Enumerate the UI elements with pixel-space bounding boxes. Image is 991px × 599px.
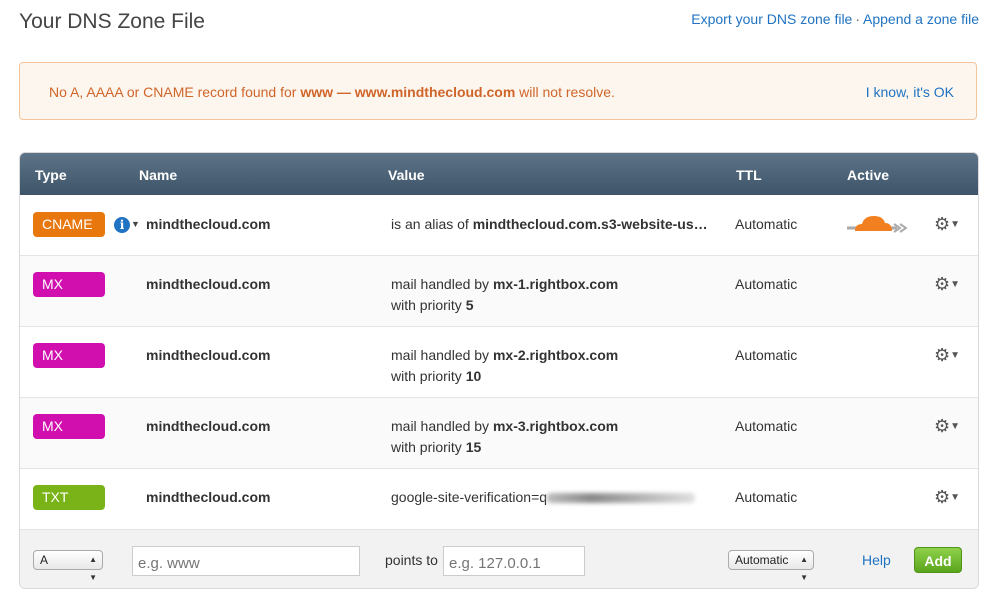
header-name: Name (139, 167, 178, 183)
gear-icon[interactable]: ⚙▼ (934, 345, 960, 366)
points-to-label: points to (385, 552, 438, 568)
record-ttl[interactable]: Automatic (735, 347, 797, 363)
record-type-badge[interactable]: MX (33, 414, 105, 439)
ttl-select[interactable]: Automatic ▲ ▼ (728, 550, 814, 582)
record-name[interactable]: mindthecloud.com (146, 489, 270, 505)
record-value[interactable]: is an alias of mindthecloud.com.s3-websi… (391, 214, 708, 235)
value-input[interactable] (443, 546, 585, 576)
gear-icon[interactable]: ⚙▼ (934, 416, 960, 437)
table-row: MX mindthecloud.com mail handled by mx-2… (20, 327, 978, 398)
record-name[interactable]: mindthecloud.com (146, 216, 270, 232)
header-type: Type (35, 167, 67, 183)
add-button[interactable]: Add (914, 547, 962, 573)
select-arrow-icon: ▲ ▼ (800, 555, 808, 582)
info-icon[interactable]: i (114, 217, 130, 233)
record-type-select[interactable]: A ▲ ▼ (33, 550, 103, 582)
header-value: Value (388, 167, 425, 183)
record-ttl[interactable]: Automatic (735, 489, 797, 505)
table-row: MX mindthecloud.com mail handled by mx-1… (20, 256, 978, 327)
link-separator: · (855, 11, 861, 27)
alert-domain: www.mindthecloud.com (354, 84, 516, 100)
record-name[interactable]: mindthecloud.com (146, 418, 270, 434)
record-type-badge[interactable]: MX (33, 272, 105, 297)
append-zone-link[interactable]: Append a zone file (863, 11, 979, 27)
alert-record: www (300, 84, 334, 100)
record-ttl[interactable]: Automatic (735, 216, 797, 232)
dns-records-table: Type Name Value TTL Active CNAME i ▼ min… (19, 152, 979, 589)
gear-icon[interactable]: ⚙▼ (934, 487, 960, 508)
record-name[interactable]: mindthecloud.com (146, 347, 270, 363)
record-type-badge[interactable]: MX (33, 343, 105, 368)
export-zone-link[interactable]: Export your DNS zone file (691, 11, 852, 27)
dismiss-alert-link[interactable]: I know, it's OK (866, 84, 954, 100)
record-type-badge[interactable]: CNAME (33, 212, 105, 237)
help-link[interactable]: Help (862, 552, 891, 568)
record-type-badge[interactable]: TXT (33, 485, 105, 510)
cloudflare-cloud-icon[interactable] (847, 211, 907, 237)
gear-icon[interactable]: ⚙▼ (934, 214, 960, 235)
add-record-form: A▲▼ points to Automatic▲▼ Help Add (20, 530, 978, 588)
table-row: MX mindthecloud.com mail handled by mx-3… (20, 398, 978, 469)
select-arrow-icon: ▲ ▼ (89, 555, 97, 582)
table-row: CNAME i ▼ mindthecloud.com is an alias o… (20, 195, 978, 256)
record-ttl[interactable]: Automatic (735, 418, 797, 434)
redacted-value (547, 493, 696, 504)
header-ttl: TTL (736, 167, 762, 183)
name-input[interactable] (132, 546, 360, 576)
header-active: Active (847, 167, 890, 183)
table-row: TXT mindthecloud.com google-site-verific… (20, 469, 978, 530)
record-ttl[interactable]: Automatic (735, 276, 797, 292)
record-value[interactable]: mail handled by mx-1.rightbox.com with pr… (391, 274, 618, 316)
page-title: Your DNS Zone File (19, 10, 205, 33)
gear-icon[interactable]: ⚙▼ (934, 274, 960, 295)
warning-alert: No A, AAAA or CNAME record found for www… (19, 62, 977, 120)
record-value[interactable]: google-site-verification=q (391, 487, 696, 508)
record-value[interactable]: mail handled by mx-2.rightbox.com with pr… (391, 345, 618, 387)
alert-message: No A, AAAA or CNAME record found for www… (49, 84, 615, 100)
top-links: Export your DNS zone file · Append a zone … (691, 11, 979, 27)
record-value[interactable]: mail handled by mx-3.rightbox.com with pr… (391, 416, 618, 458)
table-header: Type Name Value TTL Active (20, 153, 978, 195)
record-name[interactable]: mindthecloud.com (146, 276, 270, 292)
caret-down-icon[interactable]: ▼ (131, 219, 140, 229)
